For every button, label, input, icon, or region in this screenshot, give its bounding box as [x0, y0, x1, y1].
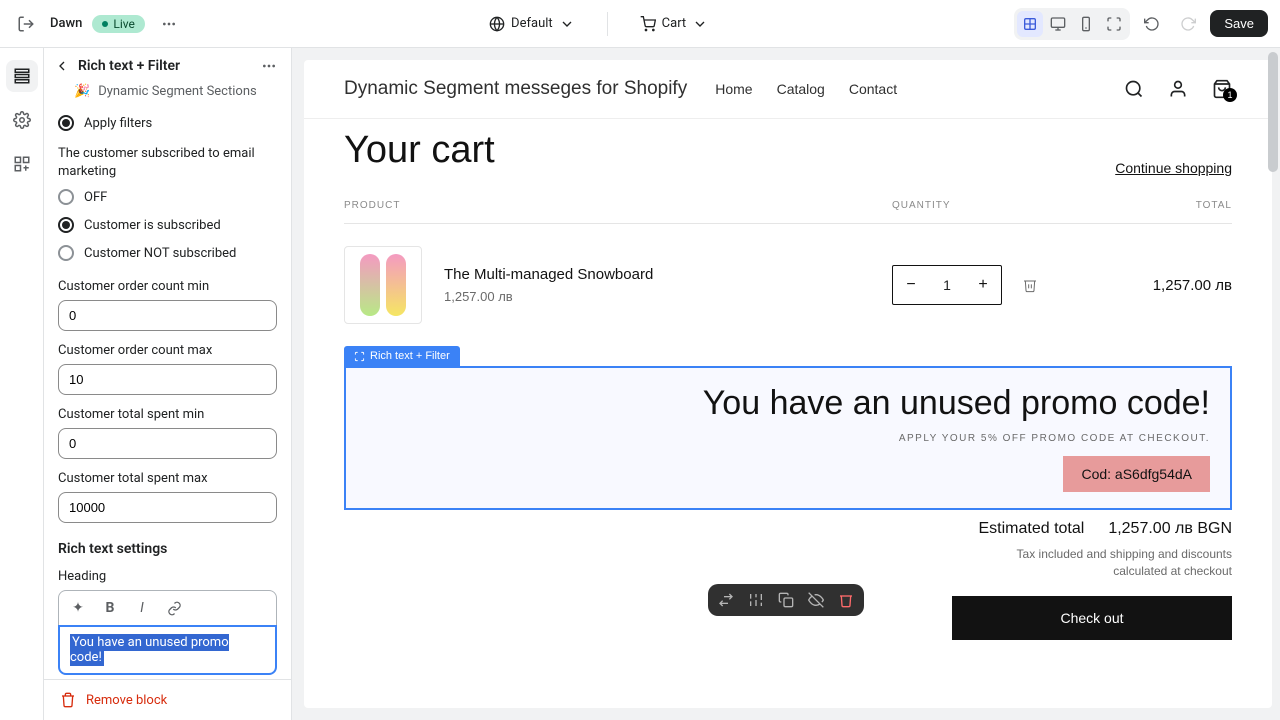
qty-minus[interactable]: −: [893, 276, 929, 294]
order-min-label: Customer order count min: [58, 279, 277, 294]
sparkle-icon: 🎉: [74, 84, 90, 99]
remove-block-button[interactable]: Remove block: [44, 679, 291, 720]
settings-panel: Rich text + Filter 🎉 Dynamic Segment Sec…: [44, 48, 292, 720]
email-group-label: The customer subscribed to email marketi…: [58, 145, 277, 181]
continue-shopping-link[interactable]: Continue shopping: [1115, 160, 1232, 176]
nav-catalog[interactable]: Catalog: [777, 81, 825, 97]
spent-max-input[interactable]: [58, 492, 277, 523]
fullscreen-view[interactable]: [1101, 11, 1127, 37]
apps-tab[interactable]: [6, 148, 38, 180]
move-icon[interactable]: [718, 592, 734, 608]
qty-value: 1: [929, 277, 965, 293]
product-name: The Multi-managed Snowboard: [444, 266, 892, 283]
block-tag: Rich text + Filter: [344, 346, 460, 366]
undo-button[interactable]: [1138, 10, 1166, 38]
account-icon[interactable]: [1168, 79, 1188, 99]
radio-not-subscribed[interactable]: Customer NOT subscribed: [58, 239, 277, 267]
trash-icon: [60, 692, 76, 708]
nav-contact[interactable]: Contact: [849, 81, 897, 97]
inspector-toggle[interactable]: [1017, 11, 1043, 37]
quantity-stepper: − 1 +: [892, 265, 1002, 305]
search-icon[interactable]: [1124, 79, 1144, 99]
promo-heading: You have an unused promo code!: [366, 384, 1210, 423]
order-min-input[interactable]: [58, 300, 277, 331]
mobile-view[interactable]: [1073, 11, 1099, 37]
panel-menu[interactable]: [261, 58, 277, 74]
heading-input[interactable]: You have an unused promo code!: [58, 625, 277, 675]
ai-icon[interactable]: ✦: [67, 597, 89, 619]
apply-filters-radio[interactable]: Apply filters: [58, 109, 277, 137]
exit-button[interactable]: [12, 10, 40, 38]
link-icon[interactable]: [163, 597, 185, 619]
promo-subtext: APPLY YOUR 5% OFF PROMO CODE AT CHECKOUT…: [366, 433, 1210, 444]
spent-min-label: Customer total spent min: [58, 407, 277, 422]
chevron-down-icon: [692, 16, 708, 32]
estimated-value: 1,257.00 лв BGN: [1108, 520, 1232, 538]
cart-heading: Your cart: [344, 129, 495, 172]
preset-selector[interactable]: Default: [481, 12, 583, 36]
promo-block[interactable]: Rich text + Filter You have an unused pr…: [344, 366, 1232, 510]
bold-icon[interactable]: B: [99, 597, 121, 619]
delete-icon[interactable]: [838, 592, 854, 608]
checkout-button[interactable]: Check out: [952, 596, 1232, 640]
spent-min-input[interactable]: [58, 428, 277, 459]
chevron-down-icon: [559, 16, 575, 32]
back-button[interactable]: [54, 58, 70, 74]
col-product: PRODUCT: [344, 200, 892, 211]
topbar: Dawn Live Default Cart Save: [0, 0, 1280, 48]
cart-preview-selector[interactable]: Cart: [632, 12, 717, 36]
cart-icon[interactable]: 1: [1212, 79, 1232, 99]
rich-toolbar: ✦ B I: [58, 590, 277, 625]
site-title: Dynamic Segment messeges for Shopify: [344, 78, 687, 100]
tax-note: Tax included and shipping and discounts …: [972, 546, 1232, 580]
block-toolbar: [708, 584, 864, 616]
rail-nav: [0, 48, 44, 720]
more-button[interactable]: [155, 10, 183, 38]
radio-off[interactable]: OFF: [58, 183, 277, 211]
col-quantity: QUANTITY: [892, 200, 1112, 211]
panel-title: Rich text + Filter: [78, 58, 253, 74]
spent-max-label: Customer total spent max: [58, 471, 277, 486]
italic-icon[interactable]: I: [131, 597, 153, 619]
row-total: 1,257.00 лв: [1112, 277, 1232, 294]
theme-name: Dawn: [50, 16, 82, 31]
desktop-view[interactable]: [1045, 11, 1071, 37]
qty-plus[interactable]: +: [965, 276, 1001, 294]
settings-icon[interactable]: [748, 592, 764, 608]
promo-code: Cod: aS6dfg54dA: [1063, 456, 1210, 492]
sections-tab[interactable]: [6, 60, 38, 92]
product-image: [344, 246, 422, 324]
live-badge: Live: [92, 15, 144, 33]
order-max-input[interactable]: [58, 364, 277, 395]
hide-icon[interactable]: [808, 592, 824, 608]
order-max-label: Customer order count max: [58, 343, 277, 358]
estimated-label: Estimated total: [978, 520, 1084, 538]
col-total: TOTAL: [1112, 200, 1232, 211]
device-bar: [1014, 8, 1130, 40]
duplicate-icon[interactable]: [778, 592, 794, 608]
product-price: 1,257.00 лв: [444, 289, 892, 304]
cart-item-row: The Multi-managed Snowboard 1,257.00 лв …: [344, 224, 1232, 346]
remove-item-button[interactable]: [1022, 277, 1038, 293]
radio-subscribed[interactable]: Customer is subscribed: [58, 211, 277, 239]
site-nav: Home Catalog Contact: [715, 81, 897, 97]
panel-subtitle: 🎉 Dynamic Segment Sections: [44, 80, 291, 109]
heading-label: Heading: [58, 569, 277, 584]
rich-text-section: Rich text settings: [58, 541, 277, 557]
preview-scrollbar[interactable]: [1268, 48, 1280, 720]
theme-settings-tab[interactable]: [6, 104, 38, 136]
redo-button[interactable]: [1174, 10, 1202, 38]
save-button[interactable]: Save: [1210, 10, 1268, 37]
nav-home[interactable]: Home: [715, 81, 752, 97]
